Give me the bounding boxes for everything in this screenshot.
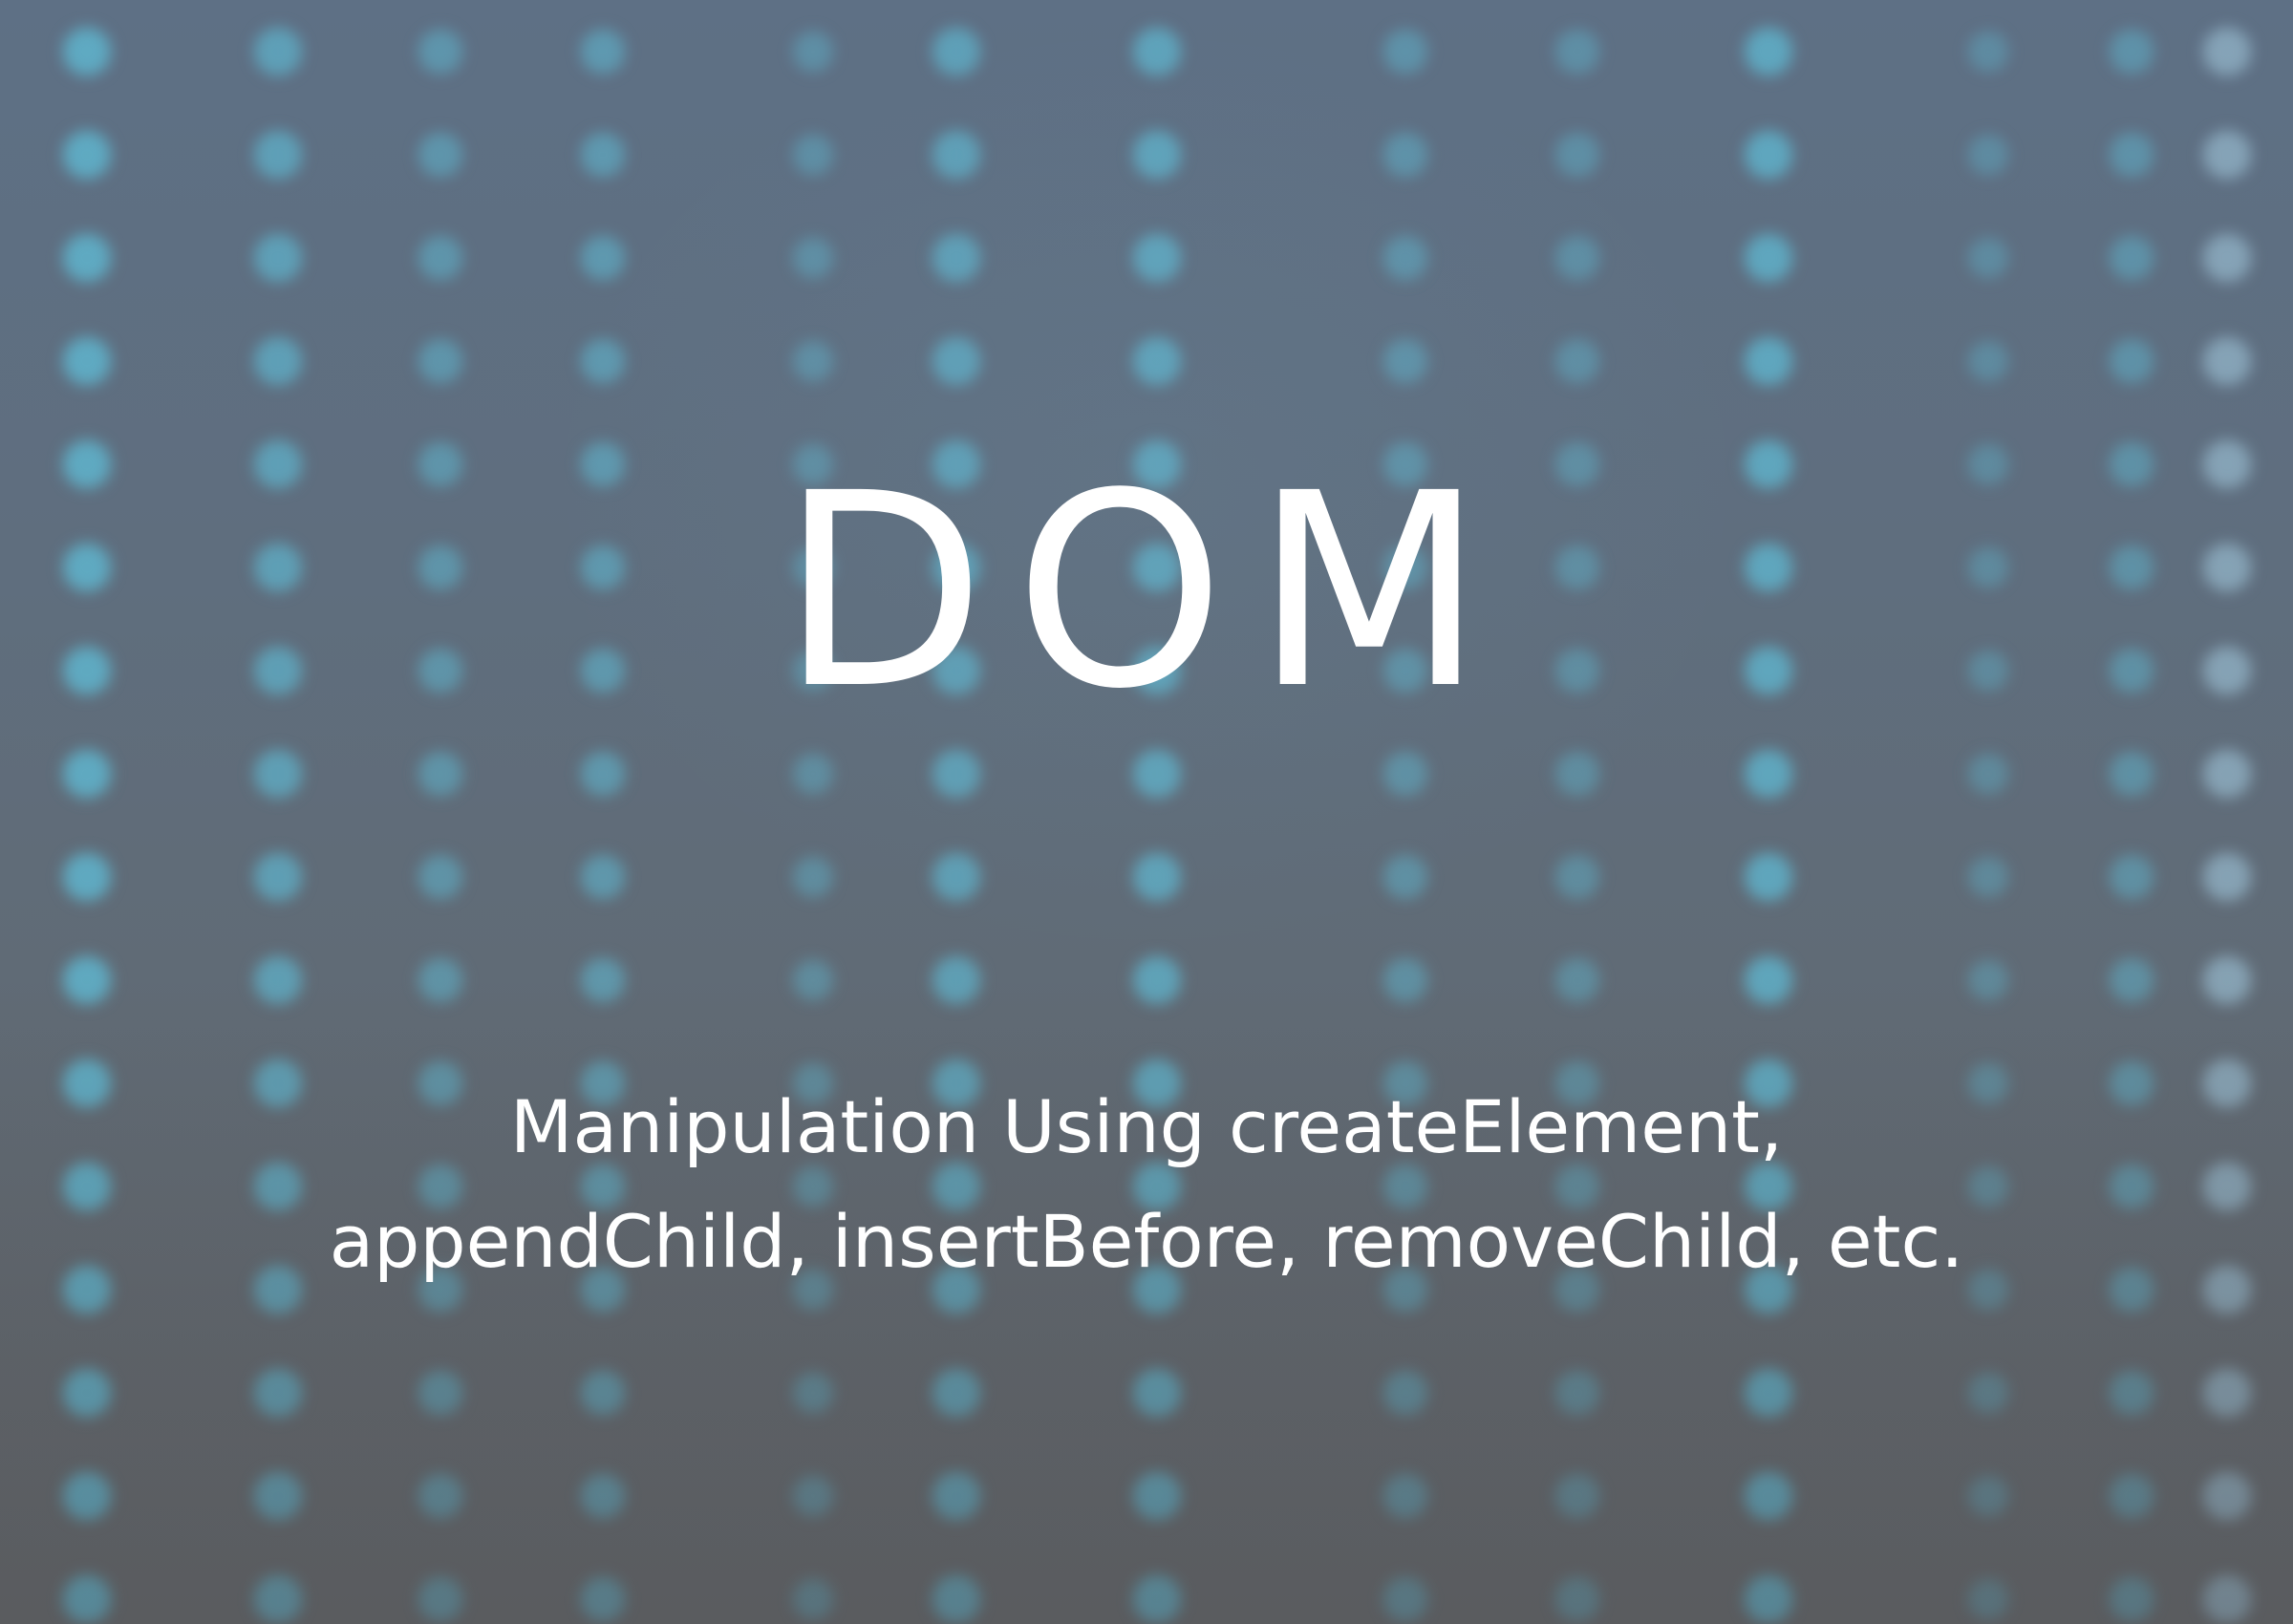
slide-subtitle: Manipulation Using createElement, append…	[0, 1070, 2293, 1299]
subtitle-line-1: Manipulation Using createElement,	[509, 1084, 1784, 1169]
subtitle-line-2: appendChild, insertBefore, removeChild, …	[329, 1199, 1964, 1284]
slide: DOM Manipulation Using createElement, ap…	[0, 0, 2293, 1624]
background-glow	[0, 0, 2293, 1624]
slide-title: DOM	[780, 437, 1513, 748]
